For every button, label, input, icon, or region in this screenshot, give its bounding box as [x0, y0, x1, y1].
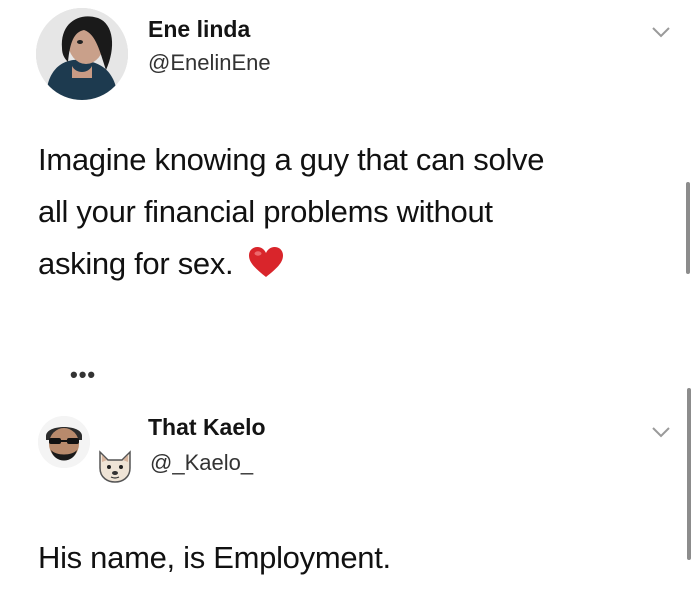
- scrollbar[interactable]: [687, 388, 691, 560]
- tweet-text-line: His name, is Employment.: [38, 540, 391, 575]
- more-dots-icon[interactable]: •••: [70, 362, 96, 388]
- chevron-down-icon[interactable]: [650, 424, 672, 440]
- chevron-down-icon[interactable]: [650, 24, 672, 40]
- heart-emoji-icon: [248, 247, 283, 277]
- avatar[interactable]: [38, 416, 90, 468]
- handle[interactable]: @_Kaelo_: [150, 450, 253, 476]
- tweet-text: His name, is Employment.: [38, 532, 658, 584]
- dog-emoji-icon: [99, 450, 131, 483]
- tweet-card: ••• That Kaelo @_Kaelo_ His name, is Emp…: [0, 360, 700, 591]
- display-name[interactable]: Ene linda: [148, 16, 250, 43]
- avatar[interactable]: [36, 8, 128, 100]
- avatar-photo: [38, 416, 90, 468]
- tweet-text-fragment: asking for sex.: [38, 246, 234, 281]
- display-name[interactable]: That Kaelo: [148, 414, 266, 441]
- scrollbar[interactable]: [686, 182, 690, 274]
- tweet-text-line: Imagine knowing a guy that can solve: [38, 142, 545, 177]
- tweet-text-line: asking for sex.: [38, 238, 678, 290]
- tweet-card: Ene linda @EnelinEne Imagine knowing a g…: [0, 0, 700, 360]
- tweet-text: Imagine knowing a guy that can solve all…: [38, 134, 678, 290]
- handle[interactable]: @EnelinEne: [148, 50, 271, 76]
- tweet-text-line: all your financial problems without: [38, 194, 493, 229]
- avatar-photo: [36, 8, 128, 100]
